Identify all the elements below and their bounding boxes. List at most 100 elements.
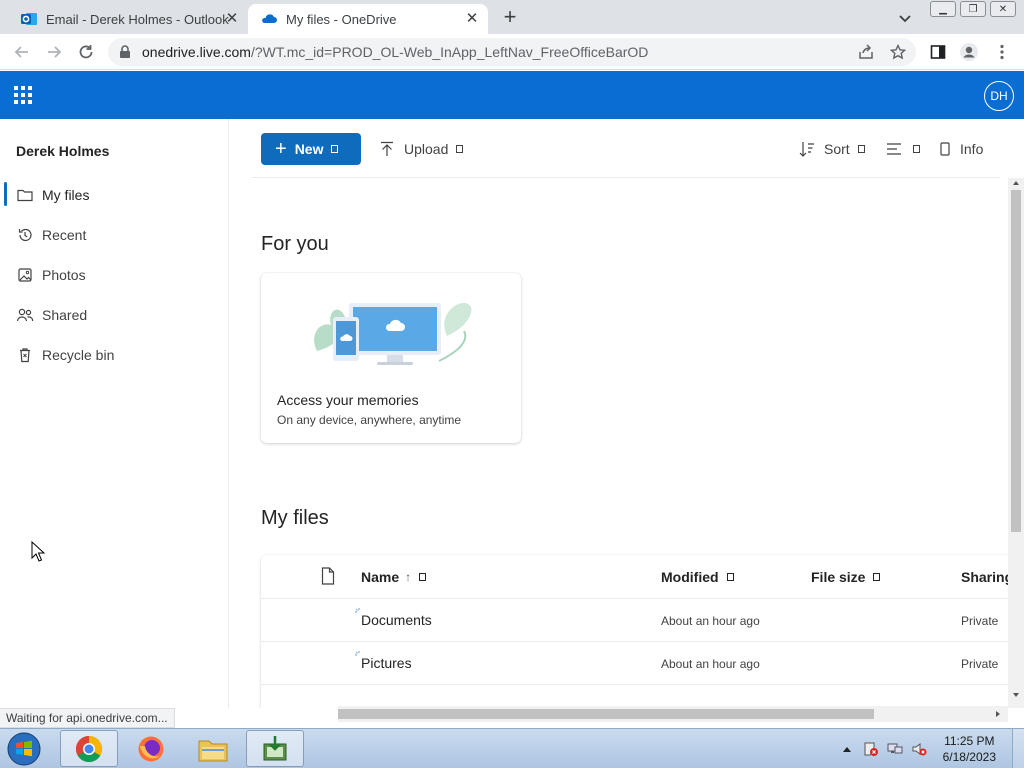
- back-button[interactable]: [10, 40, 34, 64]
- column-header-sharing[interactable]: Sharing: [961, 569, 1008, 585]
- close-icon[interactable]: ✕: [464, 11, 480, 27]
- sidebar-item-my-files[interactable]: My files: [0, 175, 228, 215]
- restore-button[interactable]: ❐: [960, 1, 986, 17]
- new-tab-button[interactable]: +: [498, 6, 522, 30]
- firefox-icon: [138, 736, 164, 761]
- share-icon[interactable]: [856, 42, 876, 62]
- info-button[interactable]: Info: [940, 138, 983, 160]
- sort-button[interactable]: Sort: [798, 138, 865, 160]
- upload-icon: [378, 140, 396, 158]
- kebab-menu-icon[interactable]: [992, 42, 1012, 62]
- user-name: Derek Holmes: [16, 143, 110, 159]
- url-host: onedrive.live.com: [142, 44, 251, 60]
- explorer-taskbar-button[interactable]: [184, 730, 242, 767]
- chevron-down-icon: [331, 145, 339, 153]
- url-text: onedrive.live.com/?WT.mc_id=PROD_OL-Web_…: [142, 44, 648, 60]
- plus-icon: +: [275, 138, 287, 160]
- minimize-button[interactable]: ▁: [930, 1, 956, 17]
- browser-tabstrip: Email - Derek Holmes - Outlook ✕ My file…: [0, 0, 1024, 34]
- star-icon[interactable]: [888, 42, 908, 62]
- start-button[interactable]: [4, 731, 44, 767]
- sort-icon: [798, 140, 816, 158]
- view-options-button[interactable]: [885, 138, 920, 160]
- new-button[interactable]: + New: [261, 133, 361, 165]
- tab-onedrive[interactable]: My files - OneDrive ✕: [248, 4, 488, 34]
- chrome-icon: [75, 735, 103, 762]
- app-launcher-icon[interactable]: [14, 86, 32, 104]
- action-center-icon[interactable]: [863, 741, 879, 757]
- upload-label: Upload: [404, 141, 449, 157]
- sidebar-item-recent[interactable]: Recent: [0, 215, 228, 255]
- network-icon[interactable]: [887, 741, 903, 757]
- sidebar-item-recycle-bin[interactable]: Recycle bin: [0, 335, 228, 375]
- column-header-modified[interactable]: Modified: [661, 569, 734, 585]
- people-icon: [16, 306, 34, 324]
- scrollbar-thumb[interactable]: [338, 709, 874, 719]
- tab-title: My files - OneDrive: [286, 11, 397, 27]
- clock-date: 6/18/2023: [942, 750, 996, 764]
- lock-icon[interactable]: [118, 45, 132, 59]
- system-clock[interactable]: 11:25 PM 6/18/2023: [943, 733, 996, 765]
- window-controls: ▁ ❐ ✕: [930, 1, 1016, 17]
- sidebar-item-photos[interactable]: Photos: [0, 255, 228, 295]
- show-desktop-button[interactable]: [1012, 729, 1024, 768]
- table-header: Name ↑ Modified File size Sharing: [261, 555, 1008, 599]
- volume-muted-icon[interactable]: [911, 741, 927, 757]
- close-window-button[interactable]: ✕: [990, 1, 1016, 17]
- sort-label: Sort: [824, 141, 850, 157]
- sidebar-item-label: My files: [42, 187, 90, 203]
- show-hidden-icons-icon[interactable]: [839, 741, 855, 757]
- file-type-icon[interactable]: [321, 567, 335, 585]
- table-row[interactable]: Documents About an hour ago Private: [261, 599, 1008, 642]
- image-icon: [16, 266, 34, 284]
- side-panel-icon[interactable]: [928, 42, 948, 62]
- left-navigation: Derek Holmes My files Recent Photos Shar…: [0, 119, 229, 708]
- sidebar-item-label: Recycle bin: [42, 347, 115, 363]
- chevron-down-icon[interactable]: [896, 9, 914, 27]
- file-modified: About an hour ago: [661, 657, 760, 671]
- column-header-file-size[interactable]: File size: [811, 569, 881, 585]
- app-taskbar-button[interactable]: [246, 730, 304, 767]
- upload-button[interactable]: Upload: [378, 138, 464, 160]
- for-you-heading: For you: [261, 233, 329, 255]
- address-bar[interactable]: onedrive.live.com/?WT.mc_id=PROD_OL-Web_…: [108, 38, 916, 66]
- trash-icon: [16, 346, 34, 364]
- card-subtitle: On any device, anywhere, anytime: [277, 413, 462, 427]
- sidebar-item-shared[interactable]: Shared: [0, 295, 228, 335]
- chevron-down-icon: [913, 145, 920, 153]
- scrollbar-thumb[interactable]: [1011, 190, 1021, 532]
- file-name[interactable]: Documents: [361, 612, 432, 628]
- reload-button[interactable]: [74, 40, 98, 64]
- profile-icon[interactable]: [959, 42, 979, 62]
- browser-toolbar: onedrive.live.com/?WT.mc_id=PROD_OL-Web_…: [0, 34, 1024, 70]
- command-bar: + New Upload Sort Info: [252, 119, 1000, 178]
- url-path: /?WT.mc_id=PROD_OL-Web_InApp_LeftNav_Fre…: [250, 44, 649, 60]
- firefox-taskbar-button[interactable]: [122, 730, 180, 767]
- column-label: Modified: [661, 569, 719, 585]
- arrow-up-icon: ↑: [405, 570, 412, 584]
- memories-card[interactable]: Access your memories On any device, anyw…: [261, 273, 521, 443]
- file-name[interactable]: Pictures: [361, 655, 412, 671]
- table-row[interactable]: Pictures About an hour ago Private: [261, 642, 1008, 685]
- column-label: Sharing: [961, 569, 1008, 585]
- sidebar-item-label: Photos: [42, 267, 86, 283]
- arrow-right-icon: [48, 46, 62, 58]
- horizontal-scrollbar[interactable]: [338, 706, 1008, 722]
- app-header: DH: [0, 71, 1024, 119]
- column-label: File size: [811, 569, 866, 585]
- windows-logo-icon: [7, 732, 41, 766]
- chrome-taskbar-button[interactable]: [60, 730, 118, 767]
- scroll-right-icon[interactable]: [994, 710, 1002, 718]
- onedrive-cloud-icon: [260, 10, 278, 28]
- chevron-down-icon: [857, 145, 865, 153]
- column-header-name[interactable]: Name ↑: [361, 569, 427, 585]
- scroll-down-icon[interactable]: [1012, 691, 1020, 699]
- close-icon[interactable]: ✕: [224, 11, 240, 27]
- outlook-icon: [20, 10, 38, 28]
- scroll-up-icon[interactable]: [1012, 179, 1020, 187]
- avatar[interactable]: DH: [984, 81, 1014, 111]
- column-label: Name: [361, 569, 400, 585]
- forward-button[interactable]: [42, 40, 66, 64]
- vertical-scrollbar[interactable]: [1008, 178, 1024, 708]
- tab-outlook[interactable]: Email - Derek Holmes - Outlook ✕: [8, 4, 248, 34]
